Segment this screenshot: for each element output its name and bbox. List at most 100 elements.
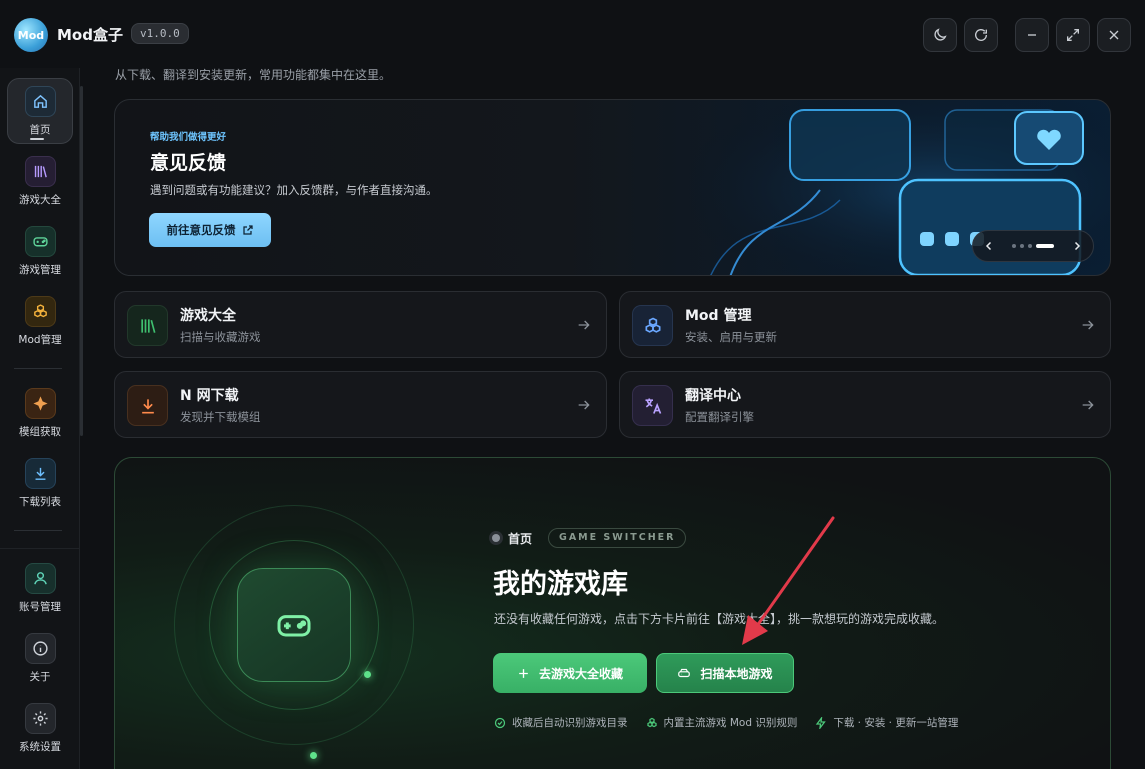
sidebar-item-game-library[interactable]: 游戏大全 [7,148,73,214]
home-icon [24,85,56,117]
library-title: 我的游戏库 [493,569,628,600]
gamepad-emblem [237,568,351,682]
feature-item: 内置主流游戏 Mod 识别规则 [646,715,798,730]
feature-item: 收藏后自动识别游戏目录 [494,715,628,730]
scan-local-button[interactable]: 扫描本地游戏 [656,653,794,693]
card-subtitle: 配置翻译引擎 [685,410,754,424]
library-icon [127,305,168,346]
sidebar-item-label: 游戏大全 [19,193,61,206]
feature-text: 内置主流游戏 Mod 识别规则 [663,717,798,729]
close-button[interactable] [1097,18,1131,52]
plus-icon [519,668,528,678]
carousel-dot[interactable] [1020,244,1024,248]
carousel-dots [1012,244,1054,248]
carousel-dot-active[interactable] [1036,244,1054,248]
nexus-icon [24,387,56,419]
active-indicator [30,138,44,140]
cubes-icon [632,305,673,346]
chevron-right-icon[interactable] [1071,240,1083,252]
sidebar-divider [14,368,62,369]
banner-kicker: 帮助我们做得更好 [150,132,227,143]
title-bar: Mod Mod盒子 v1.0.0 [0,0,1145,68]
feature-text: 收藏后自动识别游戏目录 [512,717,628,729]
translate-icon [632,385,673,426]
sidebar-item-game-manage[interactable]: 游戏管理 [7,218,73,284]
game-library-panel: 首页 GAME SWITCHER 我的游戏库 还没有收藏任何游戏，点击下方卡片前… [114,457,1111,769]
banner-description: 遇到问题或有功能建议？加入反馈群，与作者直接沟通。 [150,183,438,197]
arrow-right-icon [1082,320,1094,330]
arrow-right-icon [578,320,590,330]
go-library-button[interactable]: 去游戏大全收藏 [493,653,647,693]
chevron-left-icon[interactable] [983,240,995,252]
gear-icon [24,702,56,734]
carousel-dot[interactable] [1012,244,1016,248]
download-icon [127,385,168,426]
arrow-right-icon [1082,400,1094,410]
carousel-dot[interactable] [1028,244,1032,248]
cubes-icon [24,295,56,327]
sidebar-section-divider [0,548,80,549]
sidebar-item-label: 系统设置 [19,740,61,753]
feedback-banner: 帮助我们做得更好 意见反馈 遇到问题或有功能建议？加入反馈群，与作者直接沟通。 … [114,99,1111,276]
banner-title: 意见反馈 [150,152,227,174]
card-nexus-download[interactable]: N 网下载 发现并下载模组 [114,371,607,438]
annotation-arrow [742,516,835,645]
theme-toggle-button[interactable] [923,18,957,52]
card-subtitle: 扫描与收藏游戏 [180,330,261,344]
moon-icon [934,28,947,41]
sidebar-item-label: Mod管理 [18,333,62,346]
sidebar-item-mod-fetch[interactable]: 模组获取 [7,380,73,446]
card-game-library[interactable]: 游戏大全 扫描与收藏游戏 [114,291,607,358]
minimize-button[interactable] [1015,18,1049,52]
drive-icon [678,668,691,678]
download-icon [24,457,56,489]
page-subtitle: 从下载、翻译到安装更新，常用功能都集中在这里。 [115,68,392,82]
feature-item: 下载 · 安装 · 更新一站管理 [815,715,958,730]
feedback-button[interactable]: 前往意见反馈 [149,213,271,247]
sidebar-divider [14,530,62,531]
card-subtitle: 发现并下载模组 [180,410,261,424]
status-dot [492,534,500,542]
expand-icon [1067,29,1079,41]
sidebar-item-label: 首页 [29,123,51,136]
app-logo: Mod [14,18,48,52]
sidebar-item-home[interactable]: 首页 [7,78,73,144]
sidebar-item-settings[interactable]: 系统设置 [7,695,73,761]
gamepad-icon [277,615,311,637]
card-title: 翻译中心 [685,388,741,404]
gamepad-icon [24,225,56,257]
info-icon [24,632,56,664]
refresh-icon [975,29,987,41]
sidebar-item-account[interactable]: 账号管理 [7,555,73,621]
sidebar-item-about[interactable]: 关于 [7,625,73,691]
sidebar-item-label: 下载列表 [19,495,61,508]
maximize-button[interactable] [1056,18,1090,52]
go-library-label: 去游戏大全收藏 [538,666,623,681]
arrow-right-icon [578,400,590,410]
sidebar-item-mod-manage[interactable]: Mod管理 [7,288,73,354]
card-subtitle: 安装、启用与更新 [685,330,777,344]
version-badge: v1.0.0 [131,23,189,44]
decorative-dot [310,752,317,759]
sidebar-item-label: 关于 [29,670,51,683]
card-translate-center[interactable]: 翻译中心 配置翻译引擎 [619,371,1111,438]
refresh-button[interactable] [964,18,998,52]
library-tag-label: 首页 [508,531,533,546]
sidebar-scrollbar[interactable] [80,86,83,436]
minimize-icon [1028,34,1036,36]
sidebar-item-label: 账号管理 [19,600,61,613]
library-description: 还没有收藏任何游戏，点击下方卡片前往【游戏大全】，挑一款想玩的游戏完成收藏。 [494,612,945,626]
scan-local-label: 扫描本地游戏 [700,666,773,681]
cubes-icon [646,717,657,727]
user-icon [24,562,56,594]
lightning-icon [816,716,827,729]
sidebar-item-download-list[interactable]: 下载列表 [7,450,73,516]
library-tag: 首页 GAME SWITCHER [492,528,687,548]
feature-text: 下载 · 安装 · 更新一站管理 [833,717,959,729]
decorative-dot [364,671,371,678]
sidebar-item-label: 游戏管理 [19,263,61,276]
card-mod-manage[interactable]: Mod 管理 安装、启用与更新 [619,291,1111,358]
card-title: 游戏大全 [180,308,236,324]
feedback-button-label: 前往意见反馈 [166,223,236,237]
card-title: Mod 管理 [685,308,752,324]
